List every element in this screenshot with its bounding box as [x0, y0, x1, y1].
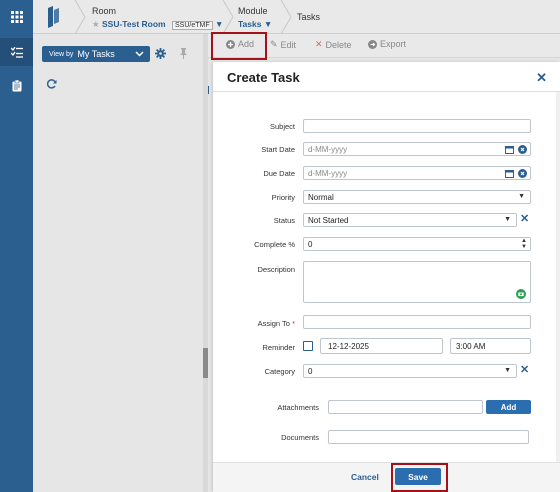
- gear-icon[interactable]: [155, 48, 166, 59]
- room-tag: SSU/eTMF: [171, 21, 213, 30]
- description-label: Description: [257, 265, 295, 274]
- category-value: 0: [308, 366, 313, 376]
- priority-value: Normal: [308, 192, 334, 202]
- cancel-button[interactable]: Cancel: [351, 472, 379, 482]
- star-icon[interactable]: ★: [92, 19, 100, 29]
- create-task-dialog: Create Task ✕ Subject Start Date d-MM-yy…: [213, 62, 560, 492]
- attachments-label: Attachments: [277, 403, 319, 412]
- subject-label: Subject: [269, 122, 295, 131]
- tasks-panel: View by My Tasks: [33, 34, 205, 492]
- module-label: Module: [238, 6, 268, 16]
- view-by-label: View by: [49, 50, 74, 58]
- room-label: Room: [92, 6, 117, 16]
- left-rail: [0, 34, 33, 492]
- priority-label: Priority: [271, 193, 295, 202]
- status-label: Status: [273, 216, 295, 225]
- room-value: SSU-Test Room: [102, 19, 166, 29]
- complete-value: 0: [308, 239, 313, 249]
- delete-button[interactable]: ✕ Delete: [315, 39, 352, 50]
- start-date-input[interactable]: d-MM-yyyy: [303, 142, 531, 156]
- clear-category-icon[interactable]: ✕: [520, 363, 529, 376]
- start-date-label: Start Date: [261, 145, 295, 154]
- task-list-icon[interactable]: [0, 38, 33, 66]
- assign-to-label: Assign To *: [257, 319, 295, 328]
- dialog-scrollbar[interactable]: [556, 92, 560, 462]
- chevron-down-icon[interactable]: ▼: [264, 19, 272, 29]
- calendar-icon[interactable]: [505, 169, 514, 178]
- panel-scroll-thumb[interactable]: [203, 348, 208, 378]
- breadcrumb-separator: [280, 0, 292, 34]
- chevron-down-icon: ▼: [504, 367, 511, 374]
- export-icon: [368, 39, 377, 49]
- pin-icon[interactable]: [179, 48, 188, 59]
- save-highlight-box: [391, 463, 448, 492]
- view-by-dropdown[interactable]: View by My Tasks: [42, 46, 150, 62]
- export-label: Export: [380, 39, 407, 49]
- due-date-input[interactable]: d-MM-yyyy: [303, 166, 531, 180]
- refresh-icon[interactable]: [47, 79, 57, 89]
- attachments-input[interactable]: [328, 400, 483, 414]
- breadcrumb-separator: [222, 0, 234, 34]
- chevron-down-icon: ▼: [504, 216, 511, 223]
- add-highlight-box: [211, 32, 267, 60]
- apps-grid-icon[interactable]: [0, 0, 33, 34]
- attachments-add-button[interactable]: Add: [486, 400, 531, 414]
- clipboard-icon[interactable]: [0, 72, 33, 100]
- chevron-down-icon: ▼: [518, 193, 525, 200]
- delete-label: Delete: [325, 39, 352, 50]
- due-date-placeholder: d-MM-yyyy: [308, 168, 348, 178]
- category-label: Category: [264, 367, 295, 376]
- reminder-checkbox[interactable]: [303, 341, 313, 351]
- assign-to-input[interactable]: [303, 315, 531, 329]
- reminder-time-input[interactable]: 3:00 AM: [450, 338, 531, 354]
- dialog-header: Create Task ✕: [213, 62, 560, 92]
- complete-label: Complete %: [254, 240, 295, 249]
- start-date-placeholder: d-MM-yyyy: [308, 144, 348, 154]
- module-value: Tasks: [238, 19, 262, 29]
- calendar-icon[interactable]: [505, 145, 514, 154]
- subject-input[interactable]: [303, 119, 531, 133]
- edit-label: Edit: [280, 39, 297, 50]
- breadcrumb-separator: [74, 0, 86, 34]
- panel-scrollbar[interactable]: [203, 34, 208, 492]
- reminder-label: Reminder: [262, 343, 295, 352]
- stepper-arrows-icon[interactable]: ▲ ▼: [521, 238, 527, 250]
- close-icon[interactable]: ✕: [536, 70, 547, 86]
- category-select[interactable]: 0 ▼: [303, 364, 517, 378]
- clear-icon[interactable]: [518, 169, 527, 178]
- page-title: Tasks: [297, 12, 321, 22]
- dialog-title: Create Task: [227, 70, 300, 85]
- description-textarea[interactable]: [303, 261, 531, 303]
- camera-icon[interactable]: [516, 289, 526, 299]
- view-by-value: My Tasks: [77, 49, 115, 59]
- reminder-date-input[interactable]: 12-12-2025: [320, 338, 443, 354]
- brand-logo-icon: [48, 6, 59, 28]
- pencil-icon: ✎: [270, 39, 278, 49]
- complete-stepper[interactable]: 0 ▲ ▼: [303, 237, 531, 251]
- chevron-down-icon: [135, 51, 144, 57]
- clear-status-icon[interactable]: ✕: [520, 212, 529, 225]
- due-date-label: Due Date: [263, 169, 295, 178]
- top-header: Room ★ SSU-Test Room SSU/eTMF ▼ Module T…: [0, 0, 560, 34]
- edit-button[interactable]: ✎ Edit: [270, 39, 296, 50]
- required-marker: *: [292, 319, 295, 328]
- clear-icon[interactable]: [518, 145, 527, 154]
- status-select[interactable]: Not Started ▼: [303, 213, 517, 227]
- close-icon: ✕: [315, 39, 323, 49]
- status-value: Not Started: [308, 215, 349, 225]
- documents-label: Documents: [281, 433, 319, 442]
- priority-select[interactable]: Normal ▼: [303, 190, 531, 204]
- documents-input[interactable]: [328, 430, 529, 444]
- dialog-footer: [213, 462, 560, 492]
- export-button[interactable]: Export: [368, 39, 406, 49]
